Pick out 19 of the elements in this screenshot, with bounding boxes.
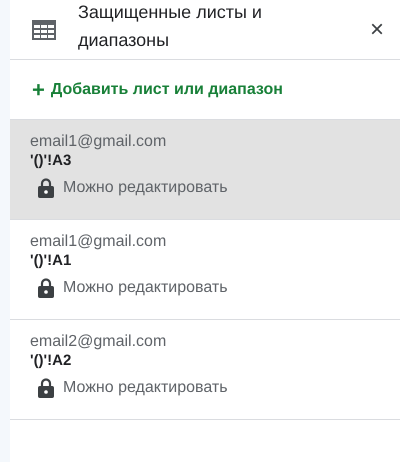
range-item[interactable]: email1@gmail.com '()'!A1 Можно редактировать: [10, 220, 400, 320]
permission-label: Можно редактировать: [63, 178, 228, 198]
panel-title: Защищенные листы и диапазоны: [78, 0, 263, 52]
range-reference: '()'!A3: [30, 152, 72, 170]
table-icon: [32, 20, 56, 40]
range-reference: '()'!A1: [30, 252, 72, 270]
owner-email: email2@gmail.com: [30, 332, 168, 352]
lock-icon: [38, 178, 54, 198]
add-range-button[interactable]: + Добавить лист или диапазон: [28, 76, 287, 104]
range-reference: '()'!A2: [30, 352, 72, 370]
owner-email: email1@gmail.com: [30, 132, 168, 152]
owner-email: email1@gmail.com: [30, 232, 168, 252]
lock-icon: [38, 278, 54, 298]
permission-label: Можно редактировать: [63, 378, 228, 398]
range-item[interactable]: email1@gmail.com '()'!A3 Можно редактировать: [10, 120, 400, 220]
close-button[interactable]: ×: [366, 18, 388, 42]
permission-label: Можно редактировать: [63, 278, 228, 298]
range-item[interactable]: email2@gmail.com '()'!A2 Можно редактировать: [10, 320, 400, 420]
lock-icon: [38, 378, 54, 398]
